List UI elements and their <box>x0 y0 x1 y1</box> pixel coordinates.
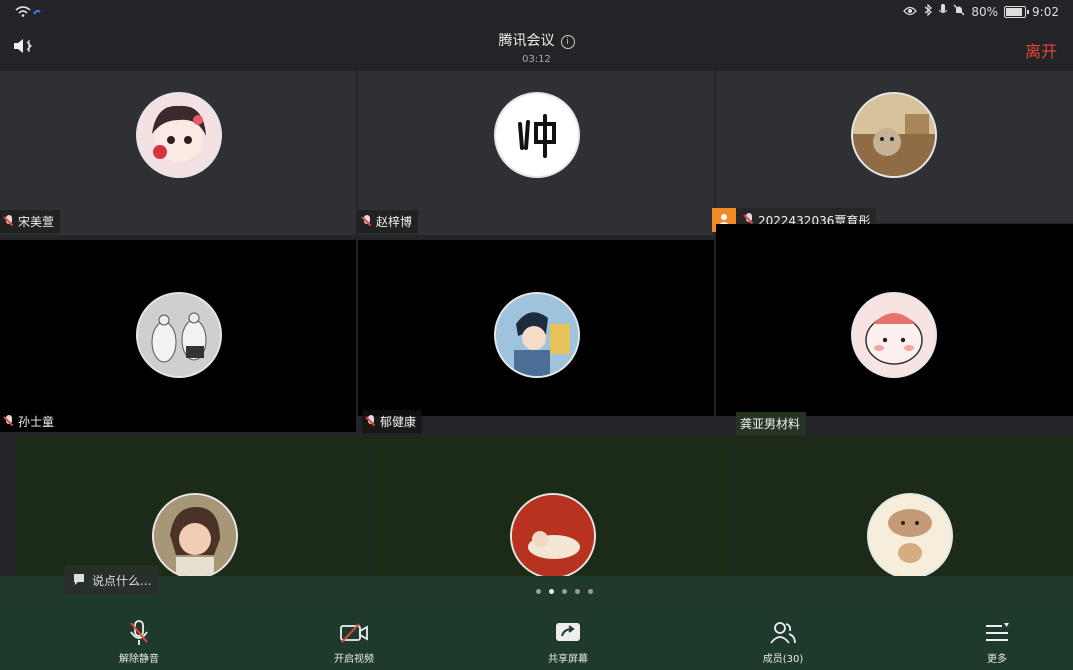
mic-muted-icon <box>94 620 184 646</box>
participant-name: 孙士童 <box>18 415 55 429</box>
participant-tile[interactable] <box>732 436 1073 576</box>
start-video-button[interactable]: 开启视频 <box>309 620 399 665</box>
avatar <box>510 493 596 576</box>
meeting-title[interactable]: 腾讯会议 <box>499 33 555 49</box>
avatar <box>136 92 222 178</box>
share-screen-icon <box>523 620 613 646</box>
participant-nametag: 孙士童 <box>0 410 61 432</box>
wifi-icon <box>14 5 42 20</box>
participant-name: 赵梓博 <box>376 215 413 229</box>
participant-tile[interactable]: 孙士童 <box>0 240 356 432</box>
unmute-label: 解除静音 <box>119 654 159 665</box>
participant-tile[interactable]: 宋美萱 <box>0 71 356 235</box>
mic-off-icon <box>366 414 376 429</box>
battery-percent: 80% <box>971 4 999 19</box>
clock: 9:02 <box>1032 4 1059 19</box>
chat-icon <box>72 572 86 589</box>
participant-tile[interactable] <box>716 71 1073 223</box>
more-menu-icon <box>952 620 1042 646</box>
unmute-button[interactable]: 解除静音 <box>94 620 184 665</box>
info-icon[interactable]: i <box>560 35 575 49</box>
video-strip <box>0 576 1073 612</box>
meeting-title-block: 腾讯会议 i 03:12 <box>0 30 1073 65</box>
participant-tile[interactable] <box>716 224 1073 416</box>
mic-status-icon <box>938 4 948 19</box>
mic-off-icon <box>362 214 372 229</box>
avatar <box>494 92 580 178</box>
more-button[interactable]: 更多 <box>952 620 1042 665</box>
page-dot[interactable] <box>562 589 567 594</box>
mic-off-icon <box>4 414 14 429</box>
page-dot[interactable] <box>588 589 593 594</box>
participant-tile[interactable]: 赵梓博 <box>358 71 714 235</box>
participant-tile[interactable] <box>16 436 372 576</box>
avatar <box>136 292 222 378</box>
start-video-label: 开启视频 <box>334 654 374 665</box>
page-indicator[interactable] <box>536 589 593 594</box>
participant-nametag: 宋美萱 <box>0 210 61 233</box>
participant-tile[interactable] <box>358 240 714 416</box>
members-button[interactable]: 成员(30) <box>738 620 828 665</box>
page-dot[interactable] <box>536 589 541 594</box>
members-label: 成员(30) <box>762 654 804 665</box>
chat-toast[interactable]: 说点什么... <box>64 565 160 595</box>
participant-name: 宋美萱 <box>18 215 55 229</box>
members-icon <box>738 620 828 646</box>
chat-placeholder: 说点什么... <box>92 573 152 588</box>
participant-nametag: 龚亚男材料 <box>736 412 807 435</box>
participant-name: 龚亚男材料 <box>740 417 801 431</box>
page-dot[interactable] <box>575 589 580 594</box>
status-bar: 80% 9:02 <box>0 0 1073 26</box>
meeting-timer: 03:12 <box>522 54 551 65</box>
mic-off-icon <box>4 214 14 229</box>
meeting-header: 腾讯会议 i 03:12 离开 <box>0 26 1073 70</box>
share-screen-button[interactable]: 共享屏幕 <box>523 620 613 665</box>
more-label: 更多 <box>987 654 1007 665</box>
leave-button[interactable]: 离开 <box>1025 38 1057 62</box>
status-icons: 80% 9:02 <box>903 3 1059 19</box>
share-screen-label: 共享屏幕 <box>548 654 588 665</box>
avatar <box>494 292 580 378</box>
battery-icon <box>1004 5 1030 18</box>
bluetooth-icon <box>923 3 933 19</box>
page-dot-active[interactable] <box>549 589 554 594</box>
participant-name: 郁健康 <box>380 415 417 429</box>
video-off-icon <box>309 620 399 646</box>
participant-tile[interactable] <box>374 436 730 576</box>
mute-bell-icon <box>953 4 965 19</box>
avatar <box>851 92 937 178</box>
avatar <box>152 493 238 576</box>
participant-nametag: 赵梓博 <box>358 210 419 233</box>
meeting-toolbar: 解除静音 开启视频 共享屏幕 成员(30) 更多 <box>0 612 1073 670</box>
avatar <box>867 493 953 576</box>
avatar <box>851 292 937 378</box>
participant-nametag: 郁健康 <box>362 410 423 433</box>
eye-icon <box>903 5 918 19</box>
